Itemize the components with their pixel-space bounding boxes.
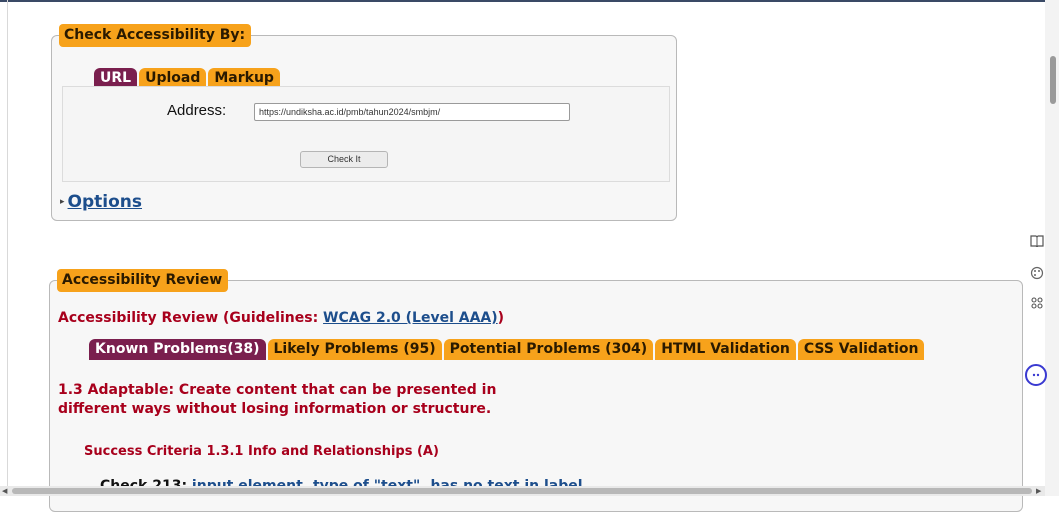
check-accessibility-legend: Check Accessibility By:	[59, 24, 252, 47]
options-toggle[interactable]: ▸ Options	[60, 192, 142, 212]
assistant-icon[interactable]	[1025, 364, 1047, 386]
tab-likely-problems[interactable]: Likely Problems (95)	[267, 339, 442, 360]
tab-potential-problems[interactable]: Potential Problems (304)	[443, 339, 654, 360]
tab-known-problems[interactable]: Known Problems(38)	[89, 339, 266, 360]
window-top-border	[0, 0, 1059, 2]
tab-css-validation[interactable]: CSS Validation	[797, 339, 925, 360]
accessibility-review-legend: Accessibility Review	[57, 269, 229, 292]
review-title: Accessibility Review (Guidelines: WCAG 2…	[58, 310, 504, 326]
palette-icon[interactable]	[1026, 262, 1048, 284]
book-icon[interactable]	[1026, 230, 1048, 252]
success-criteria-heading: Success Criteria 1.3.1 Info and Relation…	[84, 444, 439, 459]
horizontal-scroll-thumb[interactable]	[12, 488, 1032, 494]
check-it-button[interactable]: Check It	[300, 151, 388, 168]
left-gutter-line	[7, 0, 8, 496]
scroll-left-arrow-icon[interactable]: ◀	[2, 487, 7, 495]
review-title-prefix: Accessibility Review (Guidelines:	[58, 310, 324, 326]
apps-icon[interactable]	[1026, 292, 1048, 314]
guideline-link[interactable]: WCAG 2.0 (Level AAA)	[323, 310, 498, 326]
review-title-suffix: )	[497, 310, 505, 326]
options-link[interactable]: Options	[68, 192, 142, 212]
guideline-heading: 1.3 Adaptable: Create content that can b…	[58, 382, 497, 417]
address-label: Address:	[167, 102, 227, 119]
expand-arrow-icon: ▸	[60, 197, 65, 207]
tab-html-validation[interactable]: HTML Validation	[655, 339, 796, 360]
vertical-scroll-thumb[interactable]	[1050, 56, 1056, 104]
address-input[interactable]: https://undiksha.ac.id/pmb/tahun2024/smb…	[254, 103, 570, 121]
results-tabs: Known Problems(38) Likely Problems (95) …	[89, 339, 925, 360]
scroll-right-arrow-icon[interactable]: ▶	[1036, 487, 1041, 495]
